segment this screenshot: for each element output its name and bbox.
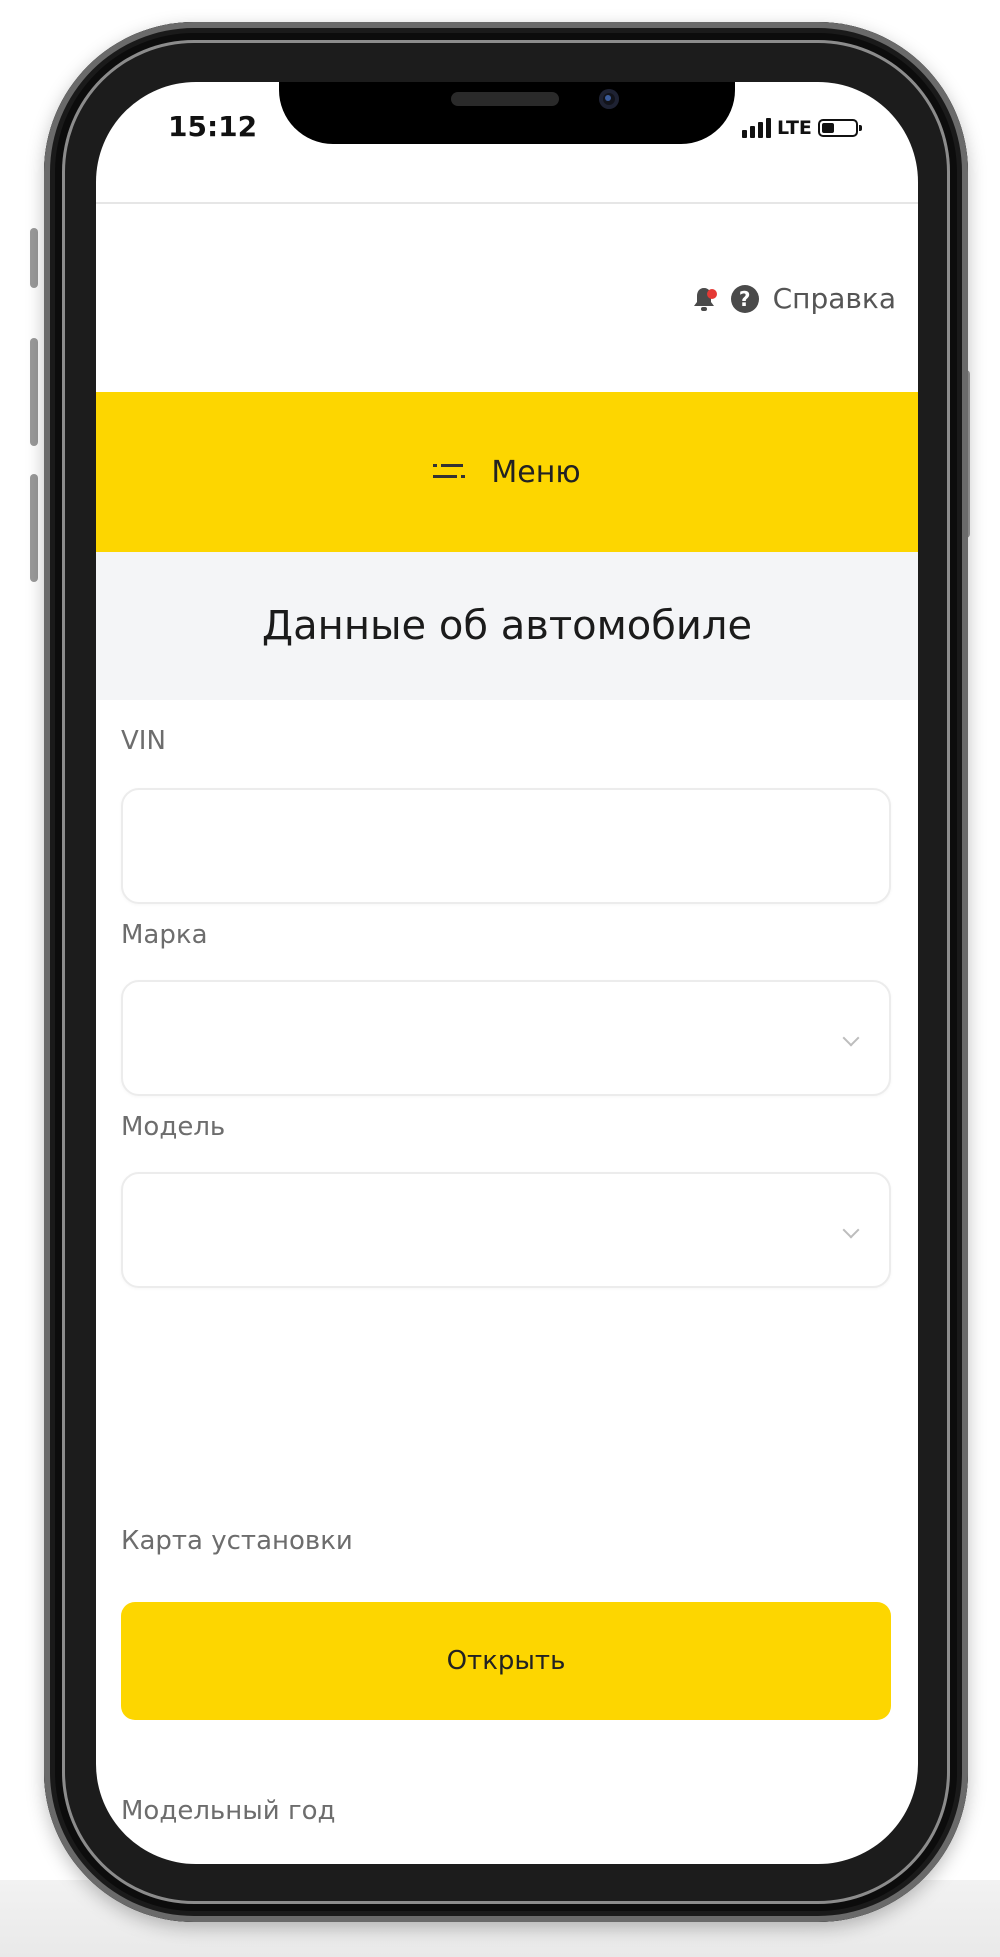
chevron-down-icon <box>842 1029 860 1047</box>
vin-field[interactable] <box>121 788 891 904</box>
battery-level <box>821 123 834 133</box>
header-links: ? Справка <box>691 282 896 315</box>
notch <box>279 82 735 144</box>
open-button-label: Открыть <box>446 1646 566 1676</box>
menu-label: Меню <box>491 454 581 490</box>
brand-select[interactable] <box>121 980 891 1096</box>
model-year-label: Модельный год <box>121 1796 336 1826</box>
volume-down-button <box>30 474 38 582</box>
signal-icon <box>742 118 771 138</box>
page-title: Данные об автомобиле <box>261 603 753 649</box>
earpiece-speaker <box>451 92 559 106</box>
chevron-down-icon <box>842 1221 860 1239</box>
bell-icon-glyph <box>693 287 717 311</box>
volume-up-button <box>30 338 38 446</box>
vin-label: VIN <box>121 726 166 756</box>
mute-switch <box>30 228 38 288</box>
menu-lines-icon <box>433 464 466 478</box>
bell-icon[interactable] <box>691 285 717 313</box>
phone-screen: 15:12 LTE ? Справка Меню Данные об автом… <box>96 82 918 1864</box>
notification-dot <box>706 288 717 299</box>
brand-label: Марка <box>121 920 208 950</box>
model-select[interactable] <box>121 1172 891 1288</box>
help-link[interactable]: Справка <box>773 282 896 315</box>
question-circle-icon[interactable]: ? <box>730 284 759 313</box>
menu-button[interactable]: Меню <box>96 392 918 552</box>
status-indicators: LTE <box>742 114 862 142</box>
battery-icon <box>817 119 862 137</box>
front-camera <box>599 89 619 109</box>
title-band: Данные об автомобиле <box>96 552 918 700</box>
vin-input[interactable] <box>123 790 889 902</box>
status-time: 15:12 <box>168 110 258 143</box>
model-label: Модель <box>121 1112 226 1142</box>
network-type: LTE <box>777 117 812 139</box>
status-divider <box>96 202 918 204</box>
install-map-label: Карта установки <box>121 1526 353 1556</box>
open-button[interactable]: Открыть <box>121 1602 891 1720</box>
